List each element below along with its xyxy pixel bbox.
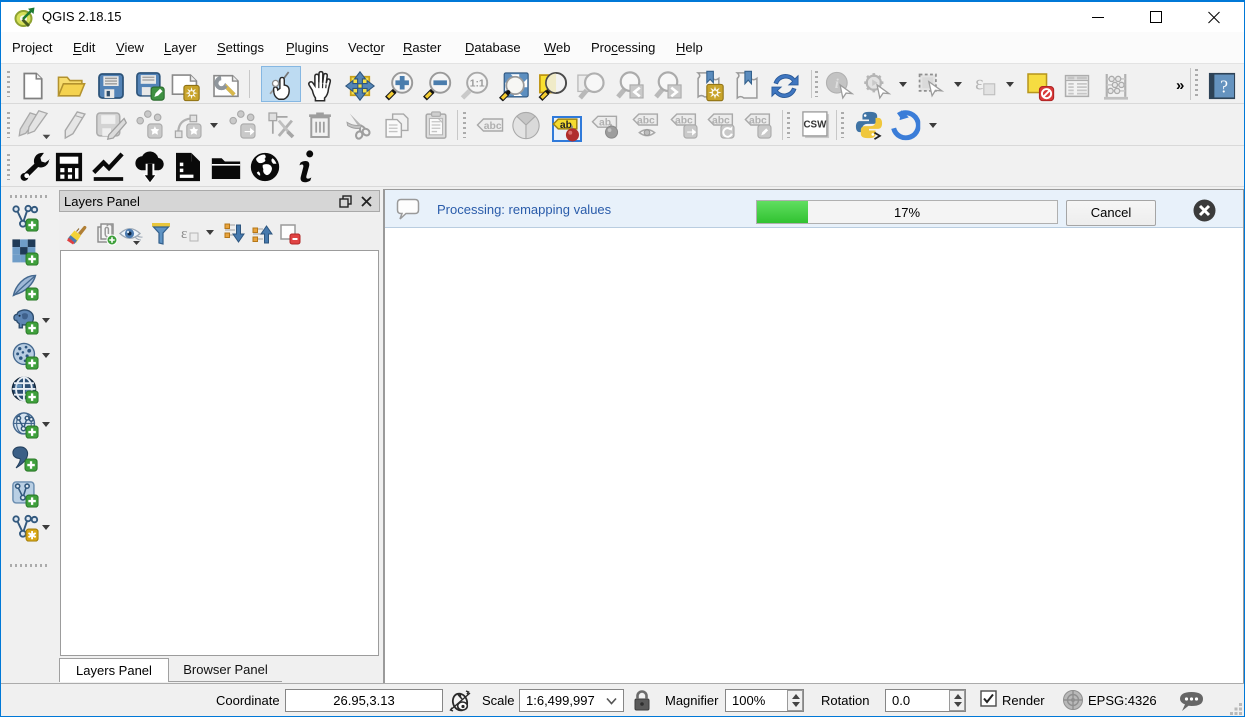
- svg-text:i: i: [835, 76, 839, 92]
- svg-text:1:1: 1:1: [470, 79, 485, 90]
- svg-text:abc: abc: [637, 115, 655, 126]
- svg-text:?: ?: [1220, 77, 1228, 97]
- svg-text:ε: ε: [975, 73, 983, 94]
- svg-text:ε: ε: [181, 226, 187, 242]
- svg-text:abc: abc: [484, 121, 502, 132]
- svg-text:CSW: CSW: [803, 120, 827, 131]
